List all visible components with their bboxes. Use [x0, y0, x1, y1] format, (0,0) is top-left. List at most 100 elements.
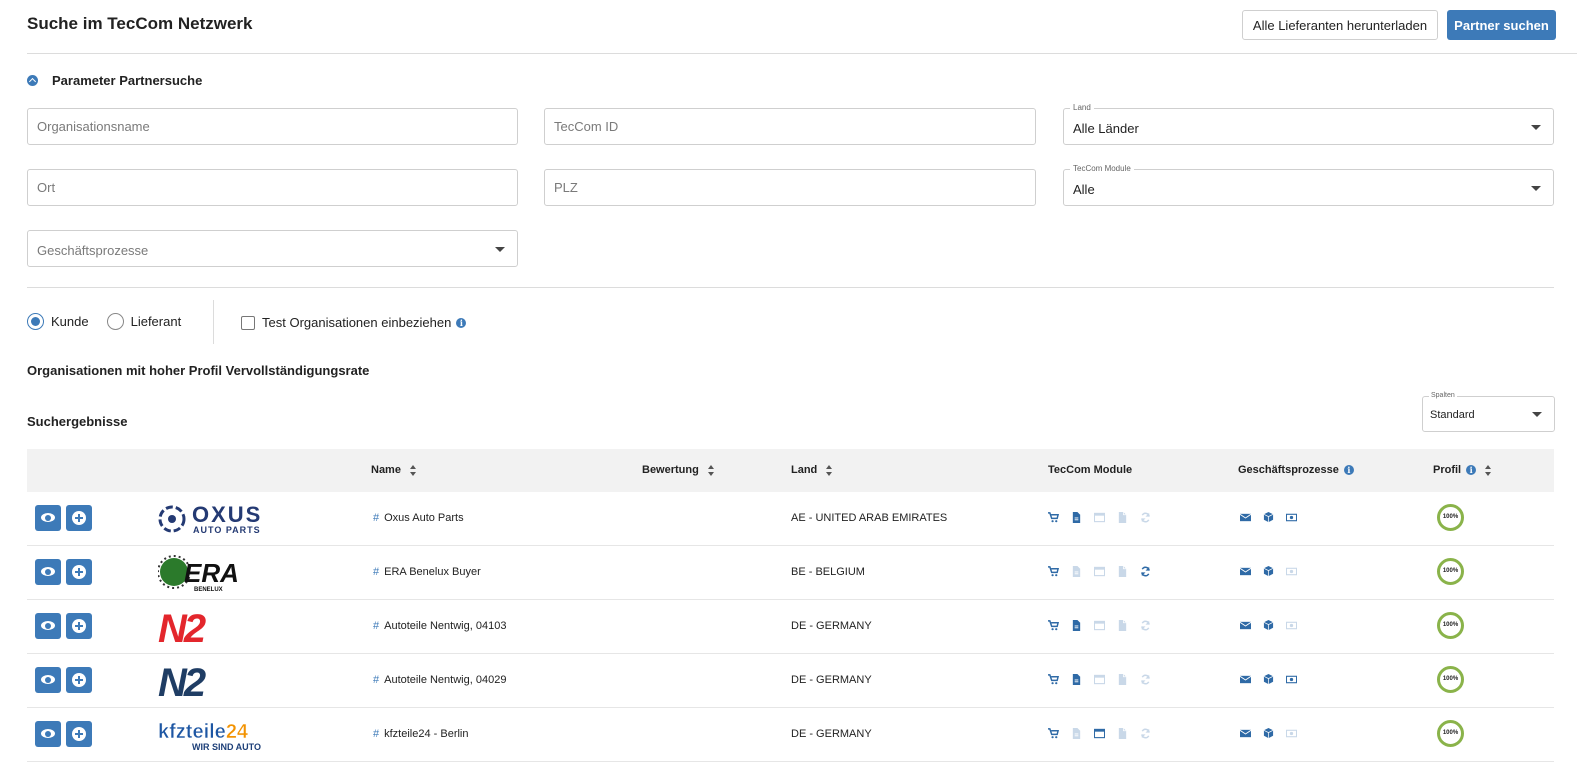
supplier-radio-label[interactable]: Lieferant — [131, 314, 182, 329]
partner-name-link[interactable]: # Autoteile Nentwig, 04103 — [373, 620, 506, 632]
add-partner-button[interactable] — [66, 721, 92, 747]
partner-name-link[interactable]: # ERA Benelux Buyer — [373, 566, 481, 578]
process-icons — [1240, 674, 1297, 685]
file-icon — [1117, 512, 1128, 523]
module-icons — [1048, 620, 1151, 631]
city-field[interactable] — [27, 169, 518, 206]
sort-icon[interactable] — [1485, 464, 1492, 476]
zip-input[interactable] — [545, 170, 1035, 205]
header-profile-label: Profil — [1433, 464, 1462, 476]
view-button[interactable] — [35, 613, 61, 639]
caret-down-icon[interactable] — [495, 247, 505, 252]
envelope-icon — [1240, 674, 1251, 685]
customer-radio-label[interactable]: Kunde — [51, 314, 89, 329]
info-icon[interactable]: i — [1343, 465, 1354, 475]
module-icons — [1048, 512, 1151, 523]
profile-completion: 100% — [1437, 720, 1464, 747]
hash-icon: # — [373, 566, 380, 578]
modules-select[interactable]: TecCom Module Alle — [1063, 164, 1554, 206]
header-name[interactable]: Name — [371, 464, 417, 476]
plus-icon — [72, 565, 86, 579]
partner-name-link[interactable]: # kfzteile24 - Berlin — [373, 728, 469, 740]
view-button[interactable] — [35, 505, 61, 531]
search-partner-button[interactable]: Partner suchen — [1447, 10, 1556, 40]
partner-country: BE - BELGIUM — [791, 566, 865, 578]
profile-completion: 100% — [1437, 504, 1464, 531]
add-partner-button[interactable] — [66, 613, 92, 639]
org-name-input[interactable] — [28, 109, 517, 144]
teccom-id-input[interactable] — [545, 109, 1035, 144]
caret-down-icon[interactable] — [1531, 186, 1541, 191]
test-orgs-row: Test Organisationen einbeziehen i — [241, 315, 467, 330]
header-country[interactable]: Land — [791, 464, 833, 476]
country-select[interactable]: Land Alle Länder — [1063, 103, 1554, 145]
params-section-toggle[interactable]: Parameter Partnersuche — [27, 73, 202, 88]
cart-icon — [1048, 566, 1059, 577]
caret-down-icon[interactable] — [1532, 412, 1542, 417]
sort-icon[interactable] — [409, 464, 417, 476]
money-icon — [1286, 620, 1297, 631]
cart-icon — [1048, 620, 1059, 631]
eye-icon — [41, 513, 55, 522]
sort-icon[interactable] — [826, 464, 833, 476]
zip-field[interactable] — [544, 169, 1036, 206]
partner-country: DE - GERMANY — [791, 620, 872, 632]
processes-select[interactable]: Geschäftsprozesse — [27, 230, 518, 267]
view-button[interactable] — [35, 559, 61, 585]
partner-name-link[interactable]: # Autoteile Nentwig, 04029 — [373, 674, 506, 686]
eye-icon — [41, 621, 55, 630]
caret-down-icon[interactable] — [1531, 125, 1541, 130]
add-partner-button[interactable] — [66, 667, 92, 693]
file-icon — [1117, 566, 1128, 577]
document-icon — [1071, 512, 1082, 523]
customer-radio[interactable] — [27, 313, 44, 330]
sync-icon — [1140, 566, 1151, 577]
info-icon[interactable]: i — [456, 317, 467, 328]
table-row: OXUS AUTO PARTS # Oxus Auto Parts AE - UNITE… — [27, 492, 1554, 546]
partner-name[interactable]: Autoteile Nentwig, 04029 — [384, 674, 506, 686]
sort-icon[interactable] — [707, 464, 715, 476]
document-icon — [1071, 728, 1082, 739]
role-radio-group: Kunde Lieferant — [27, 313, 199, 330]
info-icon[interactable]: i — [1466, 465, 1477, 475]
hash-icon: # — [373, 728, 380, 740]
partner-name-link[interactable]: # Oxus Auto Parts — [373, 512, 464, 524]
sync-icon — [1140, 620, 1151, 631]
modules-label: TecCom Module — [1070, 164, 1134, 173]
test-orgs-checkbox[interactable] — [241, 315, 255, 330]
chevron-up-icon[interactable] — [27, 75, 38, 86]
header-profile[interactable]: Profil i — [1433, 464, 1492, 476]
add-partner-button[interactable] — [66, 559, 92, 585]
view-button[interactable] — [35, 667, 61, 693]
file-icon — [1117, 620, 1128, 631]
org-name-field[interactable] — [27, 108, 518, 145]
money-icon — [1286, 674, 1297, 685]
svg-text:kfzteile24: kfzteile24 — [158, 721, 249, 743]
eye-icon — [41, 729, 55, 738]
module-icons — [1048, 674, 1151, 685]
download-suppliers-button[interactable]: Alle Lieferanten herunterladen — [1242, 10, 1438, 40]
company-logo: ERA BENELUX — [157, 554, 270, 593]
city-input[interactable] — [28, 170, 517, 205]
processes-placeholder: Geschäftsprozesse — [37, 243, 149, 258]
svg-text:N2: N2 — [158, 608, 206, 646]
test-orgs-label[interactable]: Test Organisationen einbeziehen — [262, 315, 451, 330]
modules-value: Alle — [1073, 182, 1095, 197]
partner-country: AE - UNITED ARAB EMIRATES — [791, 512, 948, 524]
supplier-radio[interactable] — [106, 313, 124, 330]
document-icon — [1071, 674, 1082, 685]
columns-select[interactable]: Spalten Standard — [1422, 392, 1555, 432]
partner-name[interactable]: Autoteile Nentwig, 04103 — [384, 620, 506, 632]
country-value: Alle Länder — [1073, 121, 1139, 136]
partner-name[interactable]: Oxus Auto Parts — [384, 512, 463, 524]
teccom-id-field[interactable] — [544, 108, 1036, 145]
add-partner-button[interactable] — [66, 505, 92, 531]
partner-name[interactable]: kfzteile24 - Berlin — [384, 728, 468, 740]
process-icons — [1240, 620, 1297, 631]
box-icon — [1263, 620, 1274, 631]
header-rating[interactable]: Bewertung — [642, 464, 715, 476]
partner-name[interactable]: ERA Benelux Buyer — [384, 566, 481, 578]
header-processes: Geschäftsprozesse i — [1238, 464, 1354, 476]
view-button[interactable] — [35, 721, 61, 747]
table-row: N2 # Autoteile Nentwig, 04029 DE - GERMANY 1… — [27, 654, 1554, 708]
